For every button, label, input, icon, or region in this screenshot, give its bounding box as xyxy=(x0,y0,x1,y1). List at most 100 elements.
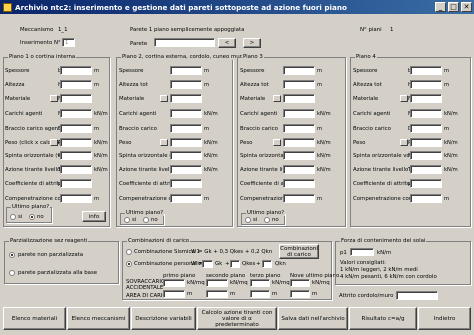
sovr-3-field[interactable] xyxy=(250,279,270,287)
piano-1-row-field[interactable] xyxy=(60,138,92,147)
piano-3-row-field[interactable] xyxy=(283,138,315,147)
ultimo-piano-2-label: Ultimo piano? xyxy=(125,210,165,216)
piano-4-row-field[interactable] xyxy=(410,194,442,203)
piano-4-row-field[interactable] xyxy=(410,109,442,118)
prev-button[interactable]: < xyxy=(218,38,236,48)
inserimento-value: 1 xyxy=(65,40,69,46)
parete-field[interactable] xyxy=(154,38,215,47)
descrizione-variabili-button[interactable]: Descrizione variabili xyxy=(131,307,196,330)
ultimo-3-si-radio[interactable] xyxy=(245,217,251,223)
piano-4-row-field[interactable] xyxy=(410,179,442,188)
ultimo-2-si-radio[interactable] xyxy=(124,217,130,223)
piano-1-row-field[interactable] xyxy=(60,109,92,118)
qkes-coef-field[interactable] xyxy=(230,260,240,268)
peso-calc-button[interactable] xyxy=(50,139,58,146)
piano-4-row-field[interactable] xyxy=(410,80,442,89)
piano-2-row-field[interactable] xyxy=(170,194,202,203)
piano-2-row-field[interactable] xyxy=(170,151,202,160)
piano-4-row-label: Altezza tot xyxy=(353,82,382,88)
ultimo-1-si-radio[interactable] xyxy=(10,214,16,220)
piano-2-row-label: Carichi agenti xyxy=(119,111,157,117)
area-1-field[interactable] xyxy=(163,290,185,298)
info-button[interactable]: info xyxy=(82,211,106,222)
piano-3-row-field[interactable] xyxy=(283,80,315,89)
piano-1-row-field[interactable] xyxy=(60,80,92,89)
piano-1-row-field[interactable] xyxy=(60,194,92,203)
ultimo-1-si-label: si xyxy=(18,214,23,220)
gk-field[interactable] xyxy=(202,260,213,268)
qkn-coef-field[interactable] xyxy=(262,260,272,268)
comb-opt1-radio[interactable] xyxy=(126,249,132,255)
next-button[interactable]: > xyxy=(243,38,261,48)
piano-1-row-field[interactable] xyxy=(60,165,92,174)
minimize-button[interactable]: _ xyxy=(435,2,446,12)
close-button[interactable]: ✕ xyxy=(461,2,472,12)
piano-3-row-field[interactable] xyxy=(283,109,315,118)
sovr-4-field[interactable] xyxy=(290,279,310,287)
parz-opt1-radio[interactable] xyxy=(9,252,15,258)
risultato-button[interactable]: Risultato c=a/g xyxy=(349,307,417,330)
parz-opt2-radio[interactable] xyxy=(9,270,15,276)
piano-1-row-field[interactable] xyxy=(60,124,92,133)
piano-3-row-field[interactable] xyxy=(283,165,315,174)
materiale-lookup-button[interactable] xyxy=(160,95,168,102)
piano-4-row-field[interactable] xyxy=(410,138,442,147)
piano-1-row-field[interactable] xyxy=(60,94,92,103)
piano-4-title: Piano 4 xyxy=(355,54,377,60)
area-2-field[interactable] xyxy=(206,290,228,298)
ultimo-2-no-radio[interactable] xyxy=(143,217,149,223)
consigli-1: 1 kN/m leggeri, 2 kN/m medi xyxy=(340,267,418,273)
piano-3-row-field[interactable] xyxy=(283,66,315,75)
ultimo-3-no-radio[interactable] xyxy=(264,217,270,223)
materiale-lookup-button[interactable] xyxy=(273,95,281,102)
piano-2-row-field[interactable] xyxy=(170,179,202,188)
piano-4-row-field[interactable] xyxy=(410,124,442,133)
piano-3-row-field[interactable] xyxy=(283,94,315,103)
inserimento-field[interactable]: 1 xyxy=(62,38,75,47)
p1-field[interactable] xyxy=(350,248,374,256)
piano-2-row-field[interactable] xyxy=(170,124,202,133)
peso-calc-button[interactable] xyxy=(273,139,281,146)
calcolo-tiranti-button[interactable]: Calcolo azione tiranti con valore di α p… xyxy=(197,307,277,330)
piano-2-row-field[interactable] xyxy=(170,80,202,89)
piano-4-row-field[interactable] xyxy=(410,94,442,103)
elenco-materiali-button[interactable]: Elenco materiali xyxy=(3,307,66,330)
sovr-1-field[interactable] xyxy=(163,279,185,287)
piano-3-row-field[interactable] xyxy=(283,151,315,160)
piano-2-row-unit: kN/m xyxy=(204,167,218,173)
attrito-field[interactable] xyxy=(396,291,438,300)
comb-opt2-radio[interactable] xyxy=(126,261,132,267)
piano-1-row-field[interactable] xyxy=(60,66,92,75)
piano-3-row-label: Materiale xyxy=(240,96,266,102)
materiale-lookup-button[interactable] xyxy=(50,95,58,102)
piano-4-row-field[interactable] xyxy=(410,66,442,75)
area-4-field[interactable] xyxy=(290,290,310,298)
materiale-lookup-button[interactable] xyxy=(400,95,408,102)
parete-title: Parete 1 piano semplicemente appoggiata xyxy=(130,27,245,33)
piano-2-row-field[interactable] xyxy=(170,66,202,75)
indietro-button[interactable]: Indietro xyxy=(418,307,471,330)
piano-4-row-field[interactable] xyxy=(410,151,442,160)
elenco-meccanismi-button[interactable]: Elenco meccanismi xyxy=(67,307,130,330)
peso-calc-button[interactable] xyxy=(160,139,168,146)
piano-2-row-field[interactable] xyxy=(170,138,202,147)
piano-3-row-field[interactable] xyxy=(283,179,315,188)
piano-3-row-field[interactable] xyxy=(283,194,315,203)
area-3-field[interactable] xyxy=(250,290,270,298)
combinazioni-button[interactable]: Combinazioni di carico xyxy=(279,244,319,259)
parz-opt1-label: parete non parzializzata xyxy=(18,252,84,258)
peso-calc-button[interactable] xyxy=(400,139,408,146)
piano-3-row-field[interactable] xyxy=(283,124,315,133)
piano-1-row-field[interactable] xyxy=(60,179,92,188)
ultimo-1-no-radio[interactable] xyxy=(29,214,35,220)
sovr-2-field[interactable] xyxy=(206,279,228,287)
piano-1-row-label: Spessore xyxy=(5,68,30,74)
piano-2-row-field[interactable] xyxy=(170,94,202,103)
piano-3-row-label: Peso xyxy=(240,140,253,146)
piano-2-row-field[interactable] xyxy=(170,165,202,174)
piano-4-row-field[interactable] xyxy=(410,165,442,174)
piano-2-row-field[interactable] xyxy=(170,109,202,118)
piano-1-row-field[interactable] xyxy=(60,151,92,160)
salva-dati-button[interactable]: Salva dati nell'archivio xyxy=(278,307,348,330)
maximize-button[interactable]: □ xyxy=(448,2,459,12)
